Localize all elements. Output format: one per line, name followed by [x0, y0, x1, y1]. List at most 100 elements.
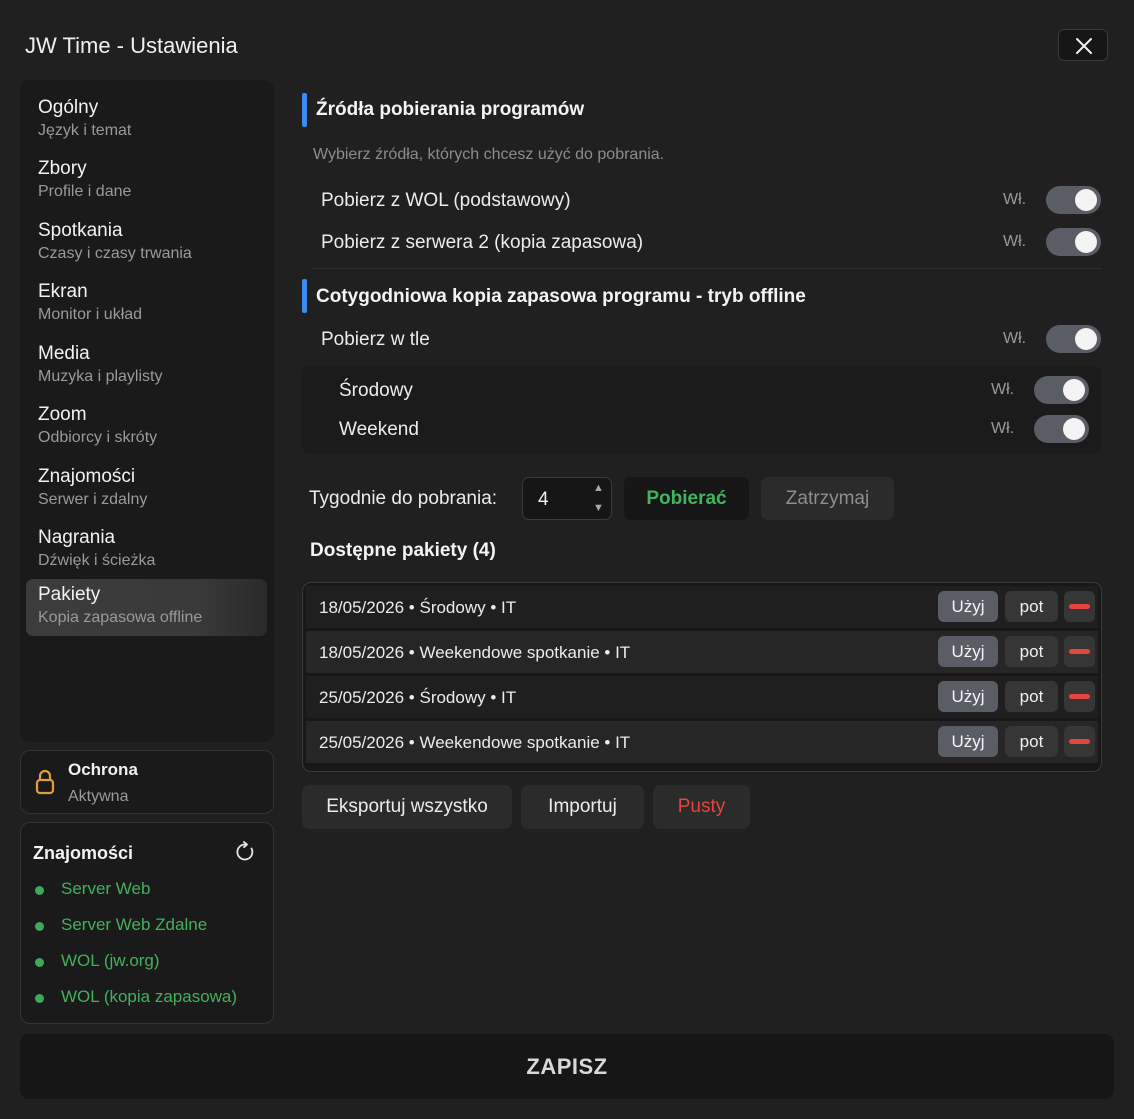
midweek-state: Wł.: [991, 381, 1015, 398]
server2-source-toggle[interactable]: [1046, 228, 1101, 256]
weekend-label: Weekend: [339, 419, 419, 440]
nav-item-recordings[interactable]: Nagrania Dźwięk i ścieżka: [26, 522, 267, 579]
use-button[interactable]: Użyj: [938, 636, 998, 667]
protection-card[interactable]: Ochrona Aktywna: [20, 750, 274, 814]
settings-nav: Ogólny Język i temat Zbory Profile i dan…: [20, 80, 274, 742]
server2-source-label: Pobierz z serwera 2 (kopia zapasowa): [321, 232, 644, 253]
package-label: 18/05/2026 • Środowy • IT: [319, 598, 517, 617]
protection-title: Ochrona: [68, 760, 138, 779]
nav-item-meetings[interactable]: Spotkania Czasy i czasy trwania: [26, 215, 267, 272]
protection-status: Aktywna: [68, 788, 129, 805]
connections-card: Znajomości Server Web Server Web Zdalne …: [20, 822, 274, 1024]
nav-item-subtitle: Kopia zapasowa offline: [38, 609, 203, 626]
close-icon: [1076, 38, 1092, 54]
weekend-toggle[interactable]: [1034, 415, 1089, 443]
delete-button[interactable]: [1064, 591, 1095, 622]
package-label: 25/05/2026 • Środowy • IT: [319, 688, 517, 707]
nav-item-subtitle: Profile i dane: [38, 183, 132, 200]
sources-section-title: Źródła pobierania programów: [316, 99, 585, 120]
section-accent-bar: [302, 93, 307, 127]
nav-item-zoom[interactable]: Zoom Odbiorcy i skróty: [26, 399, 267, 456]
empty-button[interactable]: Pusty: [653, 785, 750, 829]
pot-button[interactable]: pot: [1005, 681, 1058, 712]
connection-item: WOL (kopia zapasowa): [33, 985, 263, 1009]
nav-item-subtitle: Monitor i układ: [38, 306, 143, 323]
window-title: JW Time - Ustawienia: [25, 33, 238, 58]
status-dot: [35, 958, 44, 967]
nav-item-label: Pakiety: [38, 584, 101, 605]
minus-icon: [1069, 694, 1090, 699]
connection-item: Server Web Zdalne: [33, 913, 263, 937]
weekly-section-title: Cotygodniowa kopia zapasowa programu - t…: [316, 286, 806, 307]
weekend-state: Wł.: [991, 420, 1015, 437]
connection-item: Server Web: [33, 877, 263, 901]
use-button[interactable]: Użyj: [938, 681, 998, 712]
wol-source-toggle[interactable]: [1046, 186, 1101, 214]
nav-item-connections[interactable]: Znajomości Serwer i zdalny: [26, 461, 267, 518]
lock-icon: [35, 769, 55, 795]
stop-button[interactable]: Zatrzymaj: [761, 477, 894, 520]
delete-button[interactable]: [1064, 726, 1095, 757]
weeks-to-download-label: Tygodnie do pobrania:: [309, 488, 498, 509]
package-label: 25/05/2026 • Weekendowe spotkanie • IT: [319, 733, 631, 752]
nav-item-media[interactable]: Media Muzyka i playlisty: [26, 338, 267, 395]
delete-button[interactable]: [1064, 681, 1095, 712]
server2-source-state: Wł.: [1003, 233, 1027, 250]
toggle-knob: [1063, 379, 1085, 401]
nav-item-subtitle: Język i temat: [38, 122, 132, 139]
toggle-knob: [1063, 418, 1085, 440]
connection-label: WOL (jw.org): [61, 951, 160, 970]
nav-item-subtitle: Czasy i czasy trwania: [38, 245, 192, 262]
connection-item: WOL (jw.org): [33, 949, 263, 973]
packages-title: Dostępne pakiety (4): [310, 540, 496, 561]
download-button[interactable]: Pobierać: [624, 477, 749, 520]
save-button[interactable]: ZAPISZ: [20, 1034, 1114, 1099]
use-button[interactable]: Użyj: [938, 726, 998, 757]
nav-item-packages[interactable]: Pakiety Kopia zapasowa offline: [26, 579, 267, 636]
status-dot: [35, 994, 44, 1003]
pot-button[interactable]: pot: [1005, 636, 1058, 667]
background-download-label: Pobierz w tle: [321, 329, 430, 350]
connection-label: Server Web Zdalne: [61, 915, 208, 934]
nav-item-congregations[interactable]: Zbory Profile i dane: [26, 153, 267, 210]
nav-item-subtitle: Dźwięk i ścieżka: [38, 552, 156, 569]
connection-label: Server Web: [61, 879, 151, 898]
package-row: 25/05/2026 • Środowy • IT Użyj pot: [306, 676, 1098, 718]
import-button[interactable]: Importuj: [521, 785, 644, 829]
midweek-label: Środowy: [339, 380, 413, 401]
delete-button[interactable]: [1064, 636, 1095, 667]
close-button[interactable]: [1058, 29, 1108, 61]
pot-button[interactable]: pot: [1005, 591, 1058, 622]
connections-title: Znajomości: [33, 843, 134, 863]
meeting-types-box: [302, 366, 1102, 454]
nav-item-label: Zoom: [38, 404, 87, 425]
use-button[interactable]: Użyj: [938, 591, 998, 622]
stepper-down-icon[interactable]: ▼: [593, 502, 604, 514]
weeks-stepper[interactable]: 4 ▲ ▼: [522, 477, 612, 520]
midweek-toggle[interactable]: [1034, 376, 1089, 404]
package-row: 18/05/2026 • Weekendowe spotkanie • IT U…: [306, 631, 1098, 673]
pot-button[interactable]: pot: [1005, 726, 1058, 757]
nav-item-general[interactable]: Ogólny Język i temat: [26, 92, 267, 149]
title-bar: JW Time - Ustawienia: [0, 0, 1134, 80]
toggle-knob: [1075, 231, 1097, 253]
package-label: 18/05/2026 • Weekendowe spotkanie • IT: [319, 643, 631, 662]
nav-item-subtitle: Odbiorcy i skróty: [38, 429, 158, 446]
nav-item-label: Spotkania: [38, 220, 123, 241]
background-download-toggle[interactable]: [1046, 325, 1101, 353]
refresh-icon[interactable]: [234, 841, 256, 863]
minus-icon: [1069, 739, 1090, 744]
nav-item-label: Media: [38, 343, 90, 364]
stepper-up-icon[interactable]: ▲: [593, 482, 604, 494]
nav-item-screen[interactable]: Ekran Monitor i układ: [26, 276, 267, 333]
nav-item-subtitle: Muzyka i playlisty: [38, 368, 163, 385]
section-accent-bar: [302, 279, 307, 313]
minus-icon: [1069, 604, 1090, 609]
wol-source-state: Wł.: [1003, 191, 1027, 208]
status-dot: [35, 922, 44, 931]
connection-label: WOL (kopia zapasowa): [61, 987, 238, 1006]
sources-hint: Wybierz źródła, których chcesz użyć do p…: [313, 146, 665, 163]
nav-item-label: Zbory: [38, 158, 87, 179]
export-all-button[interactable]: Eksportuj wszystko: [302, 785, 512, 829]
background-download-state: Wł.: [1003, 330, 1027, 347]
